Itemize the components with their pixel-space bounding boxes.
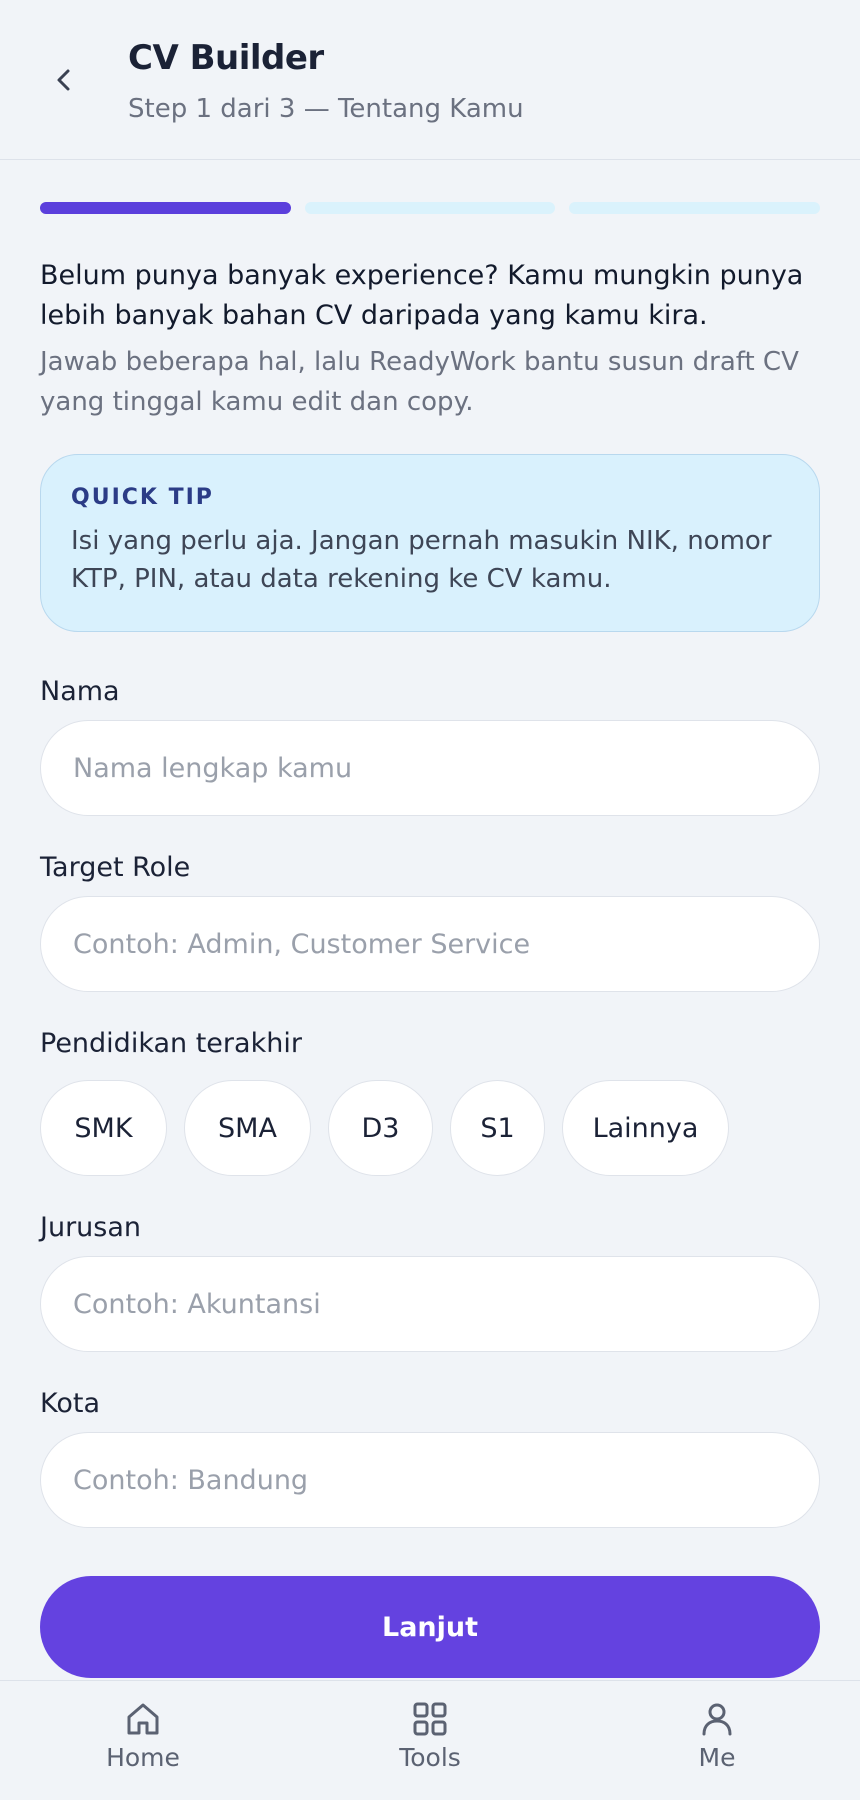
jurusan-input[interactable] (40, 1256, 820, 1352)
quick-tip-card: QUICK TIP Isi yang perlu aja. Jangan per… (40, 454, 820, 632)
progress-step-1 (40, 202, 291, 214)
intro-heading: Belum punya banyak experience? Kamu mung… (40, 260, 804, 331)
tip-text: Isi yang perlu aja. Jangan pernah masuki… (71, 526, 772, 594)
nav-item-me[interactable]: Me (637, 1699, 797, 1772)
option-s1[interactable]: S1 (450, 1080, 545, 1176)
progress-step-2 (304, 202, 556, 214)
nama-input[interactable] (40, 720, 820, 816)
kota-input[interactable] (40, 1432, 820, 1528)
option-smk[interactable]: SMK (40, 1080, 167, 1176)
step-progress (40, 202, 821, 214)
nav-item-tools[interactable]: Tools (350, 1699, 510, 1772)
step-subtitle: Step 1 dari 3 — Tentang Kamu (128, 94, 524, 124)
lanjut-button[interactable]: Lanjut (40, 1576, 820, 1678)
grid-icon (413, 1702, 447, 1736)
jurusan-label: Jurusan (40, 1212, 142, 1243)
tip-label: QUICK TIP (71, 485, 214, 510)
pendidikan-options: SMK SMA D3 S1 Lainnya (40, 1080, 729, 1176)
back-button[interactable] (40, 56, 88, 104)
nama-label: Nama (40, 676, 120, 707)
app-header: CV Builder Step 1 dari 3 — Tentang Kamu (0, 0, 860, 160)
option-d3[interactable]: D3 (328, 1080, 433, 1176)
target-role-input[interactable] (40, 896, 820, 992)
home-icon (127, 1703, 159, 1735)
nav-label-home: Home (106, 1743, 180, 1772)
nav-item-home[interactable]: Home (63, 1699, 223, 1772)
page-title: CV Builder (128, 38, 324, 78)
target-role-label: Target Role (40, 852, 191, 883)
nav-label-tools: Tools (399, 1743, 461, 1772)
option-lainnya[interactable]: Lainnya (562, 1080, 729, 1176)
intro-body: Jawab beberapa hal, lalu ReadyWork bantu… (40, 347, 799, 417)
nav-label-me: Me (698, 1743, 736, 1772)
person-icon (702, 1703, 732, 1736)
bottom-nav: Home Tools Me (0, 1680, 860, 1800)
progress-step-3 (569, 202, 821, 214)
chevron-left-icon (57, 69, 70, 91)
option-sma[interactable]: SMA (184, 1080, 311, 1176)
kota-label: Kota (40, 1388, 101, 1419)
pendidikan-label: Pendidikan terakhir (40, 1028, 302, 1059)
intro-section: Belum punya banyak experience? Kamu mung… (40, 256, 830, 422)
